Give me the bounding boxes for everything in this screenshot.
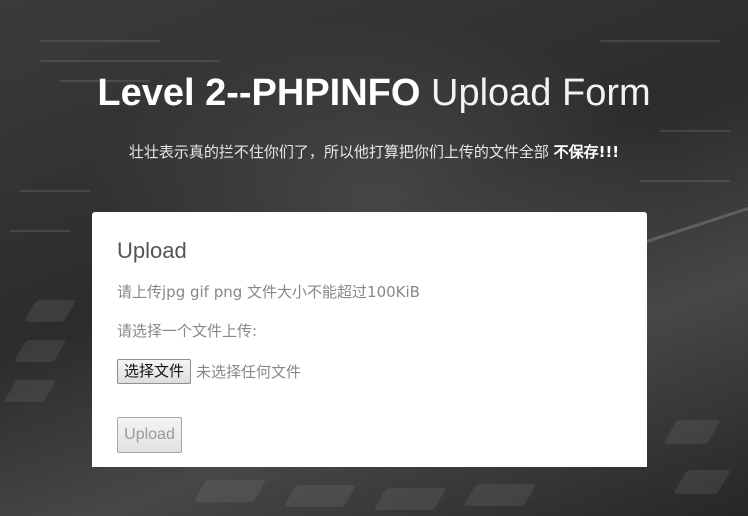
bg-keyboard-key xyxy=(463,484,537,506)
page-title: Level 2--PHPINFO Upload Form xyxy=(0,70,748,116)
subtitle-text: 壮壮表示真的拦不住你们了，所以他打算把你们上传的文件全部 xyxy=(128,143,549,161)
page-title-light: Upload Form xyxy=(431,72,651,114)
bg-keyboard-key xyxy=(23,300,77,322)
bg-keyboard-key xyxy=(3,380,57,402)
upload-panel: Upload 请上传jpg gif png 文件大小不能超过100KiB 请选择… xyxy=(92,212,647,467)
subtitle-emphasis: 不保存!!! xyxy=(553,143,620,161)
choose-file-button[interactable]: 选择文件 xyxy=(117,358,192,384)
bg-keyboard-key xyxy=(193,480,267,502)
bg-keyboard-key xyxy=(663,420,721,444)
bg-keyboard-key xyxy=(373,488,447,510)
choose-file-label: 请选择一个文件上传: xyxy=(117,322,258,340)
upload-panel-heading: Upload xyxy=(117,238,187,263)
bg-code-line xyxy=(10,230,70,232)
file-input: 选择文件 未选择任何文件 xyxy=(117,358,301,384)
page-subtitle: 壮壮表示真的拦不住你们了，所以他打算把你们上传的文件全部 不保存!!! xyxy=(0,141,748,163)
bg-code-line xyxy=(600,40,720,42)
bg-code-line xyxy=(40,40,160,42)
bg-code-line xyxy=(660,130,730,132)
page-title-strong: Level 2--PHPINFO xyxy=(97,72,421,114)
bg-keyboard-key xyxy=(283,485,357,507)
upload-submit-button[interactable]: Upload xyxy=(117,417,182,453)
bg-code-line xyxy=(40,60,220,62)
bg-code-line xyxy=(640,180,730,182)
bg-code-line xyxy=(20,190,90,192)
bg-keyboard-key xyxy=(13,340,67,362)
file-status-text: 未选择任何文件 xyxy=(196,362,302,381)
bg-keyboard-key xyxy=(673,470,731,494)
upload-hint: 请上传jpg gif png 文件大小不能超过100KiB xyxy=(117,283,420,301)
